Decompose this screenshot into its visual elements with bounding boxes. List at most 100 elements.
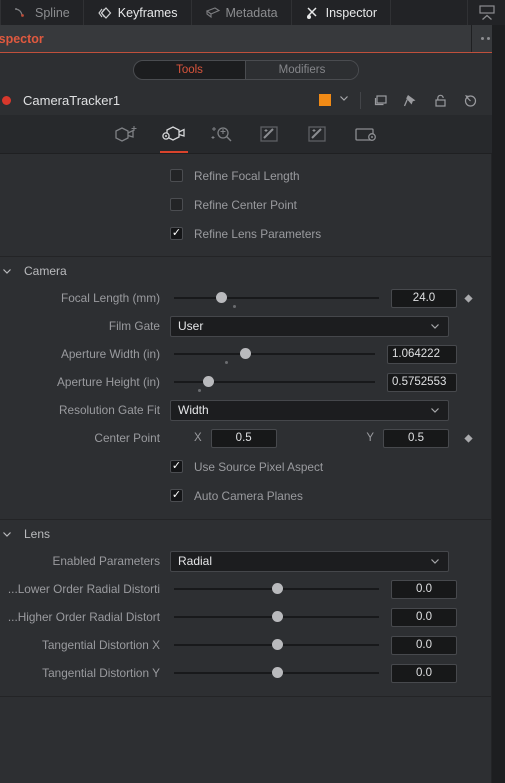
slider-default-marker xyxy=(225,361,229,364)
slider-knob[interactable] xyxy=(271,667,283,678)
aperture-height-value[interactable]: 0.5752553 xyxy=(387,372,457,392)
center-point-keyframe-button[interactable] xyxy=(457,433,479,444)
slider-knob[interactable] xyxy=(202,376,214,387)
center-point-x-value[interactable]: 0.5 xyxy=(210,428,277,448)
slider-knob[interactable] xyxy=(271,639,283,650)
inspector-content: ✓ Refine Focal Length ✓ Refine Center Po… xyxy=(0,154,492,783)
export-scene-icon[interactable] xyxy=(253,115,287,153)
pin-icon[interactable] xyxy=(402,92,419,109)
use-source-pixel-aspect-checkbox[interactable]: ✓ xyxy=(170,460,183,473)
aperture-width-value[interactable]: 1.064222 xyxy=(387,344,457,364)
tab-metadata[interactable]: Metadata xyxy=(192,0,292,25)
header-divider xyxy=(360,91,361,109)
slider-knob[interactable] xyxy=(271,583,283,594)
section-title: Lens xyxy=(24,526,51,541)
collapse-panel-button[interactable] xyxy=(467,0,505,25)
chevron-down-icon xyxy=(431,559,439,564)
check-icon: ✓ xyxy=(171,489,182,501)
check-icon: ✓ xyxy=(171,227,182,239)
slider-knob[interactable] xyxy=(271,611,283,622)
tab-inspector[interactable]: Inspector xyxy=(292,0,392,25)
options-icon[interactable] xyxy=(349,115,383,153)
camera-settings-icon[interactable] xyxy=(157,115,191,153)
tab-tools[interactable]: Tools xyxy=(134,60,246,79)
aperture-height-label: Aperture Height (in) xyxy=(57,375,160,389)
camera-tracker-mode-toolbar xyxy=(0,115,492,154)
focal-length-value[interactable]: 24.0 xyxy=(391,288,457,308)
aperture-width-slider[interactable] xyxy=(170,340,379,368)
tangential-distortion-y-value[interactable]: 0.0 xyxy=(391,663,457,683)
aperture-height-slider[interactable] xyxy=(170,368,379,396)
tab-label: Inspector xyxy=(325,5,378,20)
checkbox-label: Auto Camera Planes xyxy=(194,488,303,503)
node-color-swatch[interactable] xyxy=(319,94,331,106)
inspector-icon xyxy=(305,5,321,21)
center-point-y-value[interactable]: 0.5 xyxy=(383,428,449,448)
reset-icon[interactable] xyxy=(462,92,479,109)
camera-group: Camera Focal Length (mm) 24.0 Film Gate … xyxy=(0,257,491,520)
chevron-down-icon xyxy=(431,324,439,329)
slider-track xyxy=(174,297,379,299)
tangential-distortion-y-slider[interactable] xyxy=(170,659,383,687)
higher-order-radial-distortion-label: Higher Order Radial Distort... xyxy=(7,610,160,624)
refine-center-point-checkbox[interactable]: ✓ xyxy=(170,198,183,211)
row-aperture-width: Aperture Width (in) 1.064222 xyxy=(0,340,491,368)
wand-frame-alt-icon xyxy=(308,126,326,142)
row-lower-order-radial-distortion: Lower Order Radial Distorti... 0.0 xyxy=(0,575,491,603)
refine-solve-icon[interactable] xyxy=(205,115,239,153)
chevron-down-icon xyxy=(3,531,11,537)
section-header-lens[interactable]: Lens xyxy=(0,520,491,547)
lower-order-radial-distortion-slider[interactable] xyxy=(170,575,383,603)
tab-spline[interactable]: Spline xyxy=(0,0,84,25)
tab-keyframes[interactable]: Keyframes xyxy=(84,0,192,25)
refine-focal-length-checkbox[interactable]: ✓ xyxy=(170,169,183,182)
checkbox-label: Refine Focal Length xyxy=(194,168,300,183)
checkbox-row-use-source-pixel-aspect[interactable]: ✓ Use Source Pixel Aspect xyxy=(0,452,491,481)
tangential-distortion-x-slider[interactable] xyxy=(170,631,383,659)
tab-label: Spline xyxy=(35,5,70,20)
auto-camera-planes-checkbox[interactable]: ✓ xyxy=(170,489,183,502)
inspector-title-bar: nspector xyxy=(0,25,505,53)
row-tangential-distortion-y: Tangential Distortion Y 0.0 xyxy=(0,659,491,687)
panel-tab-strip: Spline Keyframes Metadata Inspector xyxy=(0,0,505,25)
check-icon: ✓ xyxy=(171,460,182,472)
checkbox-row-refine-lens-parameters[interactable]: ✓ Refine Lens Parameters xyxy=(0,219,491,248)
film-gate-dropdown[interactable]: User xyxy=(170,315,449,337)
tangential-distortion-x-value[interactable]: 0.0 xyxy=(391,635,457,655)
checkbox-row-refine-focal-length[interactable]: ✓ Refine Focal Length xyxy=(0,161,491,190)
track-camera-icon[interactable] xyxy=(109,115,143,153)
node-name-label[interactable]: CameraTracker1 xyxy=(23,93,120,108)
higher-order-radial-distortion-value[interactable]: 0.0 xyxy=(391,607,457,627)
lock-icon[interactable] xyxy=(432,92,449,109)
cleanup-tracks-icon[interactable] xyxy=(301,115,335,153)
chevron-down-icon xyxy=(3,268,11,274)
slider-knob[interactable] xyxy=(216,292,228,303)
row-resolution-gate-fit: Resolution Gate Fit Width xyxy=(0,396,491,424)
row-higher-order-radial-distortion: Higher Order Radial Distort... 0.0 xyxy=(0,603,491,631)
fusion-inspector-window: Spline Keyframes Metadata Inspector spec… xyxy=(0,0,505,783)
tab-modifiers[interactable]: Modifiers xyxy=(246,60,358,79)
camera-add-icon xyxy=(115,126,137,142)
resolution-gate-fit-dropdown[interactable]: Width xyxy=(170,399,449,421)
refine-options-group: ✓ Refine Focal Length ✓ Refine Center Po… xyxy=(0,161,491,257)
checkbox-row-auto-camera-planes[interactable]: ✓ Auto Camera Planes xyxy=(0,481,491,510)
checkbox-row-refine-center-point[interactable]: ✓ Refine Center Point xyxy=(0,190,491,219)
checkbox-label: Refine Lens Parameters xyxy=(194,226,322,241)
slider-knob[interactable] xyxy=(240,348,252,359)
row-center-point: Center Point X 0.5 Y 0.5 xyxy=(0,424,491,452)
center-point-label: Center Point xyxy=(94,431,160,445)
more-options-icon xyxy=(481,37,484,40)
higher-order-radial-distortion-slider[interactable] xyxy=(170,603,383,631)
wand-frame-icon xyxy=(260,126,278,142)
node-status-indicator[interactable] xyxy=(2,95,11,105)
keyframes-icon xyxy=(97,5,113,21)
section-header-camera[interactable]: Camera xyxy=(0,257,491,284)
node-color-dropdown-button[interactable] xyxy=(338,91,350,109)
refine-lens-parameters-checkbox[interactable]: ✓ xyxy=(170,227,183,240)
enabled-parameters-dropdown[interactable]: Radial xyxy=(170,550,449,572)
focal-length-keyframe-button[interactable] xyxy=(457,293,479,304)
tab-label: Metadata xyxy=(225,5,278,20)
focal-length-slider[interactable] xyxy=(170,284,383,312)
duplicate-icon[interactable] xyxy=(372,92,389,109)
lower-order-radial-distortion-value[interactable]: 0.0 xyxy=(391,579,457,599)
